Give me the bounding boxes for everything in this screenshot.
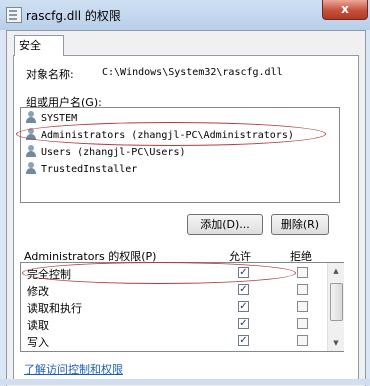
deny-checkbox[interactable] bbox=[297, 335, 308, 346]
permission-name: 写入 bbox=[27, 336, 49, 349]
permissions-scrollbar[interactable]: ▲ ▼ bbox=[327, 263, 344, 351]
user-group-icon bbox=[25, 162, 38, 174]
highlight-ellipse-full-control bbox=[22, 262, 296, 284]
list-item-users[interactable]: Users (zhangjl-PC\Users) bbox=[25, 144, 186, 160]
user-group-icon bbox=[25, 111, 38, 123]
remove-button[interactable]: 删除(R) bbox=[271, 214, 329, 235]
permission-row-read-execute: 读取和执行 ✓ bbox=[21, 299, 325, 316]
add-button[interactable]: 添加(D)... bbox=[187, 214, 263, 235]
permission-name: 修改 bbox=[27, 285, 49, 298]
scroll-thumb[interactable] bbox=[330, 283, 343, 321]
permission-row-modify: 修改 ✓ bbox=[21, 282, 325, 299]
tab-security[interactable]: 安全 bbox=[14, 35, 64, 56]
deny-checkbox[interactable] bbox=[297, 318, 308, 329]
deny-checkbox[interactable] bbox=[297, 284, 308, 295]
title-bar: rascfg.dll 的权限 x bbox=[0, 0, 370, 30]
user-name: Users (zhangjl-PC\Users) bbox=[41, 147, 186, 158]
user-name: SYSTEM bbox=[41, 113, 78, 124]
list-item-system[interactable]: SYSTEM bbox=[25, 110, 77, 126]
permission-name: 读取和执行 bbox=[27, 302, 82, 315]
window-frame-bottom bbox=[0, 379, 370, 385]
object-name-value: C:\Windows\System32\rascfg.dll bbox=[102, 67, 283, 78]
user-name: TrustedInstaller bbox=[41, 164, 138, 175]
deny-checkbox[interactable] bbox=[297, 301, 308, 312]
permission-row-write: 写入 ✓ bbox=[21, 333, 325, 350]
access-control-help-link[interactable]: 了解访问控制和权限 bbox=[24, 361, 123, 377]
file-icon bbox=[6, 7, 22, 23]
allow-checkbox[interactable]: ✓ bbox=[238, 335, 249, 346]
permission-name: 读取 bbox=[27, 319, 49, 332]
list-item-trustedinstaller[interactable]: TrustedInstaller bbox=[25, 161, 137, 177]
allow-checkbox[interactable]: ✓ bbox=[238, 318, 249, 329]
highlight-ellipse-administrators bbox=[16, 122, 326, 146]
user-group-icon bbox=[25, 145, 38, 157]
scroll-up-icon[interactable]: ▲ bbox=[328, 263, 344, 279]
object-name-label: 对象名称: bbox=[26, 68, 74, 81]
allow-checkbox[interactable]: ✓ bbox=[238, 284, 249, 295]
permission-row-read: 读取 ✓ bbox=[21, 316, 325, 333]
window-title: rascfg.dll 的权限 bbox=[26, 9, 121, 23]
allow-checkbox[interactable]: ✓ bbox=[238, 301, 249, 312]
scroll-down-icon[interactable]: ▼ bbox=[328, 335, 344, 351]
close-button[interactable]: x bbox=[322, 0, 368, 20]
deny-checkbox[interactable] bbox=[297, 267, 308, 278]
